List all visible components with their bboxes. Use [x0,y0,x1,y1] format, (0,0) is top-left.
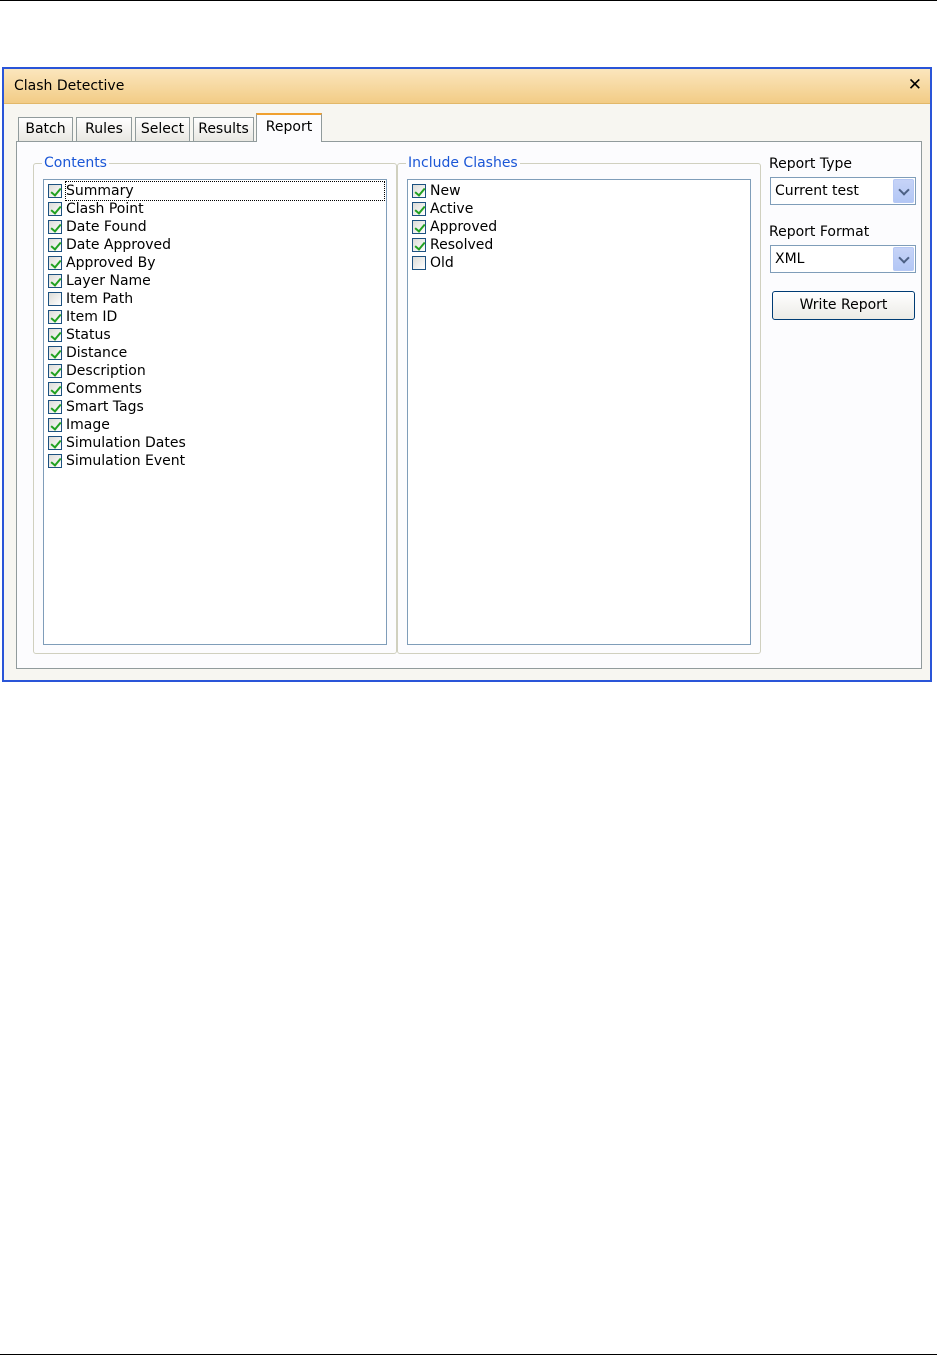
contents-item-label: Comments [66,381,142,397]
include-clashes-item[interactable]: Approved [408,218,750,236]
contents-item[interactable]: Approved By [44,254,386,272]
checkbox[interactable] [48,346,62,360]
checkbox[interactable] [48,310,62,324]
contents-item-label: Clash Point [66,201,144,217]
contents-item[interactable]: Comments [44,380,386,398]
contents-item[interactable]: Simulation Dates [44,434,386,452]
contents-item[interactable]: Distance [44,344,386,362]
contents-item-label: Item ID [66,309,118,325]
include-clashes-item[interactable]: Active [408,200,750,218]
include-clashes-item[interactable]: Resolved [408,236,750,254]
contents-item-label: Smart Tags [66,399,144,415]
clash-detective-window: Clash Detective ✕ Batch Rules Select Res… [2,67,932,682]
contents-item-label: Image [66,417,110,433]
contents-legend: Contents [42,155,109,171]
report-type-value: Current test [775,183,859,199]
contents-item-label: Distance [66,345,128,361]
tab-report[interactable]: Report [256,113,322,142]
include-clashes-legend: Include Clashes [406,155,520,171]
checkbox[interactable] [48,382,62,396]
chevron-down-icon[interactable] [893,179,914,203]
checkbox[interactable] [48,274,62,288]
include-clashes-item-label: Resolved [430,237,494,253]
page-top-rule [0,0,937,1]
contents-item-label: Simulation Event [66,453,186,469]
include-clashes-list[interactable]: New Active Approved Resolved Old [407,179,751,645]
contents-item[interactable]: Image [44,416,386,434]
checkbox[interactable] [412,220,426,234]
tab-select[interactable]: Select [135,117,190,141]
tab-results[interactable]: Results [193,117,254,141]
title-bar[interactable]: Clash Detective ✕ [4,69,930,104]
checkbox[interactable] [48,400,62,414]
contents-item[interactable]: Clash Point [44,200,386,218]
contents-item[interactable]: Date Approved [44,236,386,254]
contents-group: Contents Summary Clash Point Date Found Dat… [33,155,397,654]
report-tab-panel: Contents Summary Clash Point Date Found Dat… [16,141,922,669]
close-icon[interactable]: ✕ [908,75,922,95]
window-title: Clash Detective [14,78,125,94]
include-clashes-item[interactable]: Old [408,254,750,272]
checkbox[interactable] [48,454,62,468]
report-format-select[interactable]: XML [770,245,916,273]
contents-list[interactable]: Summary Clash Point Date Found Date Approve… [43,179,387,645]
report-format-label: Report Format [769,224,870,240]
include-clashes-item-label: Old [430,255,454,271]
contents-item-label: Simulation Dates [66,435,186,451]
report-type-select[interactable]: Current test [770,177,916,205]
contents-item[interactable]: Item Path [44,290,386,308]
checkbox[interactable] [48,292,62,306]
checkbox[interactable] [48,328,62,342]
checkbox[interactable] [412,256,426,270]
checkbox[interactable] [412,202,426,216]
checkbox[interactable] [48,364,62,378]
include-clashes-item[interactable]: New [408,182,750,200]
contents-item[interactable]: Layer Name [44,272,386,290]
contents-item[interactable]: Status [44,326,386,344]
contents-item[interactable]: Smart Tags [44,398,386,416]
contents-item-label: Summary [65,181,385,201]
include-clashes-item-label: New [430,183,461,199]
contents-item-label: Layer Name [66,273,151,289]
include-clashes-item-label: Approved [430,219,498,235]
contents-item[interactable]: Summary [44,181,386,201]
report-type-label: Report Type [769,156,853,172]
checkbox[interactable] [412,238,426,252]
include-clashes-item-label: Active [430,201,474,217]
write-report-button[interactable]: Write Report [772,291,915,320]
contents-item[interactable]: Description [44,362,386,380]
contents-item-label: Item Path [66,291,134,307]
checkbox[interactable] [48,238,62,252]
checkbox[interactable] [48,184,62,198]
contents-item-label: Description [66,363,146,379]
contents-item-label: Date Approved [66,237,172,253]
chevron-down-icon[interactable] [893,247,914,271]
checkbox[interactable] [48,418,62,432]
contents-item[interactable]: Simulation Event [44,452,386,470]
contents-item[interactable]: Item ID [44,308,386,326]
contents-item-label: Approved By [66,255,156,271]
checkbox[interactable] [48,220,62,234]
contents-item[interactable]: Date Found [44,218,386,236]
tab-batch[interactable]: Batch [18,117,73,141]
include-clashes-group: Include Clashes New Active Approved Resolve… [397,155,761,654]
checkbox[interactable] [48,202,62,216]
contents-item-label: Date Found [66,219,147,235]
contents-item-label: Status [66,327,111,343]
checkbox[interactable] [48,256,62,270]
checkbox[interactable] [412,184,426,198]
report-format-value: XML [775,251,805,267]
tab-rules[interactable]: Rules [76,117,132,141]
checkbox[interactable] [48,436,62,450]
